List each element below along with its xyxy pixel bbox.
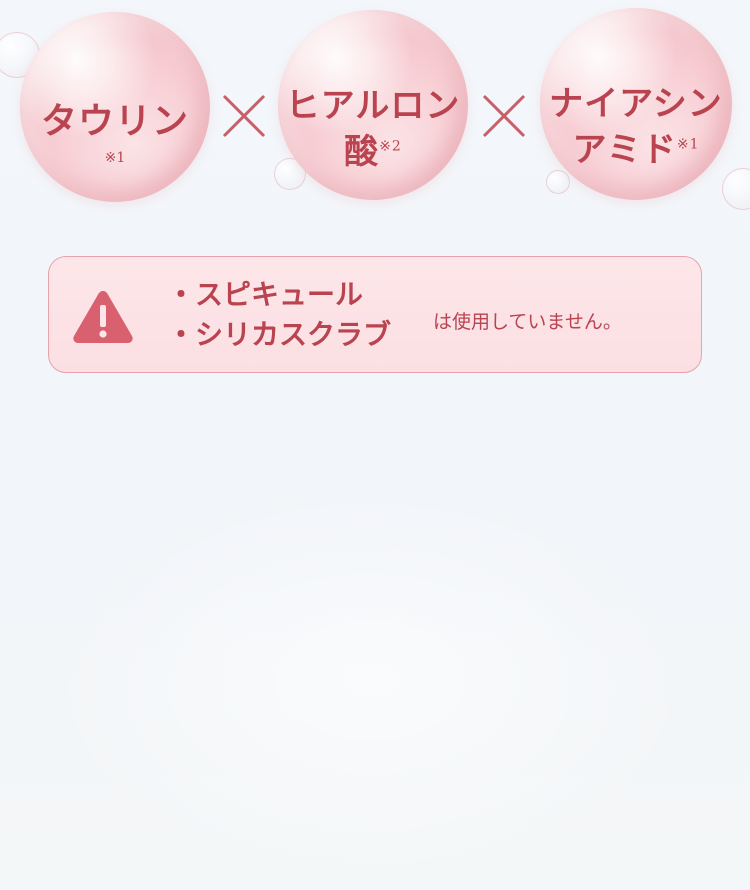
- background-glow: [40, 470, 700, 890]
- ingredient-name-line2-text: アミド: [572, 130, 677, 170]
- list-item: ・シリカスクラブ: [167, 318, 392, 351]
- ingredient-name-line1: ヒアルロン: [285, 86, 461, 126]
- ingredient-note: ※1: [676, 136, 700, 153]
- decor-bubble: [546, 170, 570, 194]
- warning-triangle-icon: [73, 291, 133, 343]
- ingredient-name-line2-text: 酸: [344, 132, 380, 172]
- ingredient-bubble-taurine: タウリン ※1: [20, 12, 210, 202]
- list-item: ・スピキュール: [167, 278, 364, 311]
- multiply-cross-icon: [482, 94, 526, 138]
- ingredient-name: タウリン: [40, 100, 189, 142]
- decor-bubble: [722, 168, 750, 210]
- ingredient-bubble-hyaluronic-acid: ヒアルロン 酸※2: [278, 10, 468, 200]
- warning-box: ・スピキュール ・シリカスクラブ は使用していません。: [48, 256, 702, 373]
- ingredient-note: ※1: [104, 150, 126, 166]
- ingredient-name-line2: 酸※2: [278, 124, 468, 173]
- warning-suffix-text: は使用していません。: [433, 311, 622, 333]
- ingredient-bubble-niacinamide: ナイアシン アミド※1: [540, 8, 732, 200]
- ingredient-name-line2: アミド※1: [540, 122, 732, 171]
- multiply-cross-icon: [222, 94, 266, 138]
- excluded-ingredients-list: ・スピキュール ・シリカスクラブ: [167, 275, 391, 355]
- ingredient-note: ※2: [379, 138, 402, 155]
- ingredient-name-line1: ナイアシン: [549, 84, 723, 124]
